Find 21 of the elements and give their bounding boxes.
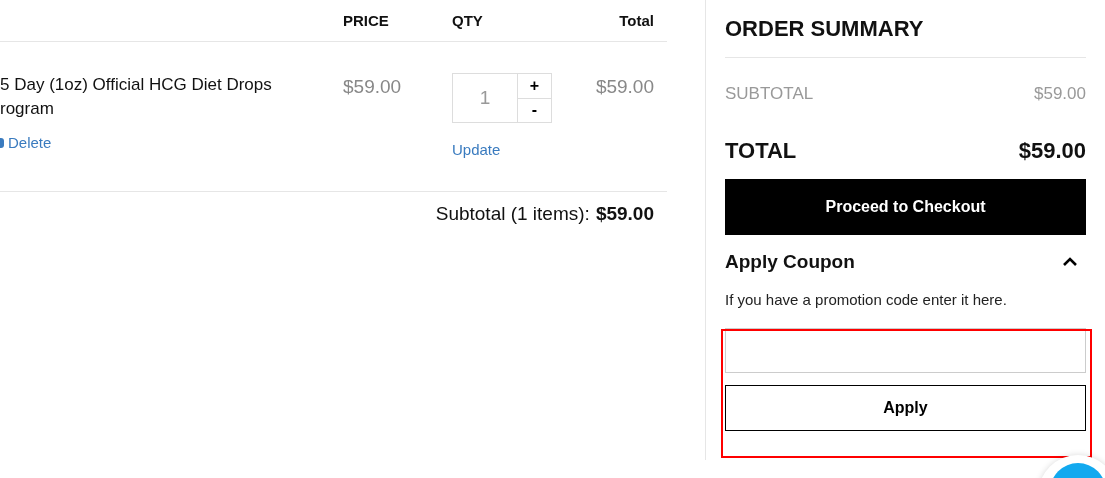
chevron-icon (1062, 257, 1078, 267)
subtotal-value: $59.00 (1034, 84, 1086, 104)
total-label: TOTAL (725, 138, 797, 164)
summary-title: ORDER SUMMARY (725, 16, 1086, 58)
coupon-field[interactable] (725, 328, 1086, 373)
coupon-title: Apply Coupon (725, 251, 855, 273)
subtotal-label: SUBTOTAL (725, 84, 814, 104)
delete-link[interactable]: Delete (8, 134, 52, 151)
line-total: $59.00 (594, 75, 654, 99)
update-link[interactable]: Update (452, 141, 501, 158)
unit-price: $59.00 (343, 75, 403, 99)
checkout-button[interactable]: Proceed to Checkout (725, 179, 1086, 235)
coupon-hint: If you have a promotion code enter it here. (725, 291, 1008, 308)
column-header: Total (618, 12, 654, 29)
cart-subtotal-label: Subtotal (1 items): (435, 203, 590, 225)
column-header: PRICE (343, 12, 390, 29)
cart-subtotal-value: $59.00 (595, 203, 654, 225)
apply-button[interactable]: Apply (725, 385, 1086, 431)
column-header: QTY (452, 12, 484, 29)
total-value: $59.00 (1018, 138, 1086, 164)
product-name: 5 Day (1oz) Official HCG Diet Drops rogram (0, 74, 273, 120)
